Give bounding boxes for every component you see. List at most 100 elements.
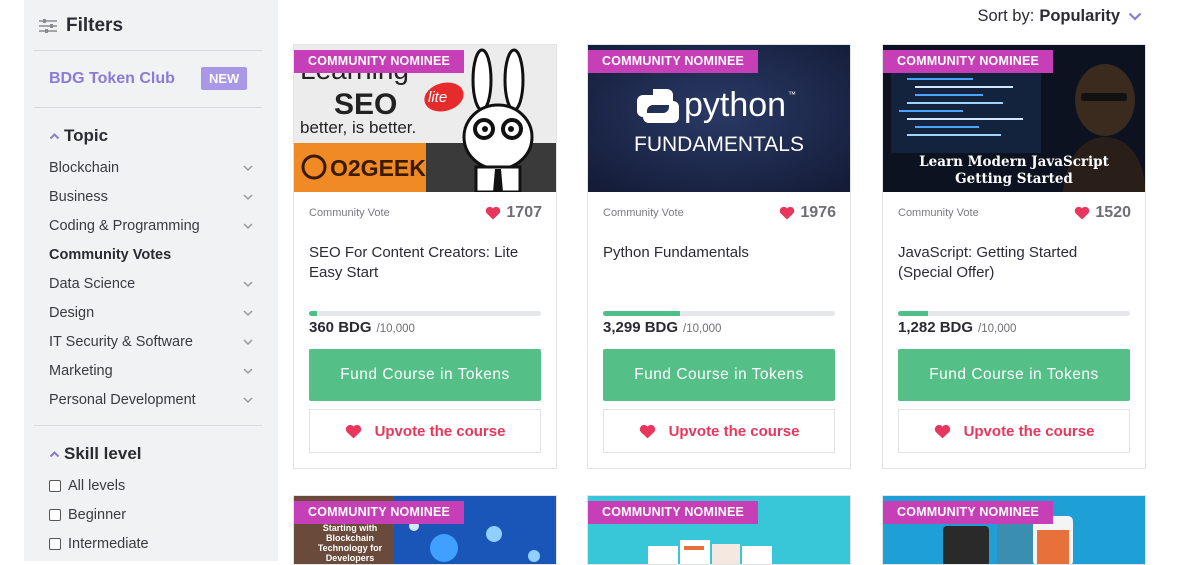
upvote-course-button[interactable]: Upvote the course xyxy=(309,409,541,453)
course-thumbnail[interactable]: Learn Modern JavaScript Getting Started … xyxy=(883,45,1145,192)
chevron-down-icon xyxy=(243,281,253,288)
divider xyxy=(34,425,262,426)
fund-course-button[interactable]: Fund Course in Tokens xyxy=(309,349,541,401)
chevron-down-icon xyxy=(243,397,253,404)
checkbox[interactable] xyxy=(49,538,61,550)
thumb-text: SEO xyxy=(334,88,397,121)
bdg-token-club-link[interactable]: BDG Token Club xyxy=(49,66,175,92)
new-badge: NEW xyxy=(201,67,248,90)
vote-row: Community Vote 1976 xyxy=(603,202,836,224)
fund-course-button[interactable]: Fund Course in Tokens xyxy=(898,349,1130,401)
thumb-text: Learn Modern JavaScript xyxy=(919,154,1109,170)
thumb-text: Technology for xyxy=(318,543,383,553)
thumb-text: ™ xyxy=(788,90,796,99)
vote-number: 1976 xyxy=(800,204,836,221)
topic-label: Blockchain xyxy=(49,160,120,176)
course-thumbnail[interactable]: python ™ FUNDAMENTALS COMMUNITY NOMINEE xyxy=(588,45,850,192)
course-card[interactable]: python ™ FUNDAMENTALS COMMUNITY NOMINEE … xyxy=(587,44,851,469)
heart-icon xyxy=(639,424,655,438)
topic-label: IT Security & Software xyxy=(49,334,193,350)
vote-label: Community Vote xyxy=(309,207,390,219)
upvote-label: Upvote the course xyxy=(374,422,506,440)
topic-section-toggle[interactable]: Topic xyxy=(49,125,108,147)
chevron-down-icon xyxy=(243,368,253,375)
topic-item-blockchain[interactable]: Blockchain xyxy=(49,157,253,179)
course-title[interactable]: JavaScript: Getting Started (Special Off… xyxy=(898,243,1130,283)
community-nominee-badge: COMMUNITY NOMINEE xyxy=(294,501,465,524)
sort-dropdown[interactable]: Sort by: Popularity xyxy=(977,4,1142,28)
topic-label: Marketing xyxy=(49,363,113,379)
course-card[interactable]: COMMUNITY NOMINEE xyxy=(587,495,851,565)
course-card[interactable]: Starting with Blockchain Technology for … xyxy=(293,495,557,565)
checkbox[interactable] xyxy=(49,509,61,521)
topic-label: Personal Development xyxy=(49,392,196,408)
topic-label: Business xyxy=(49,189,108,205)
heart-icon xyxy=(780,206,795,220)
community-nominee-badge: COMMUNITY NOMINEE xyxy=(588,50,759,73)
topic-label: Data Science xyxy=(49,276,136,292)
community-nominee-badge: COMMUNITY NOMINEE xyxy=(883,501,1054,524)
thumb-text: better, is better. xyxy=(300,118,416,137)
thumb-text: FUNDAMENTALS xyxy=(634,133,804,156)
heart-icon xyxy=(1075,206,1090,220)
upvote-label: Upvote the course xyxy=(668,422,800,440)
sort-label: Sort by: xyxy=(977,6,1035,25)
thumb-text: lite xyxy=(428,89,447,106)
skill-section-title: Skill level xyxy=(64,444,142,463)
checkbox[interactable] xyxy=(49,480,61,492)
vote-row: Community Vote 1520 xyxy=(898,202,1131,224)
heart-icon xyxy=(345,424,361,438)
course-title[interactable]: SEO For Content Creators: Lite Easy Star… xyxy=(309,243,541,283)
filters-title: Filters xyxy=(66,15,124,36)
thumb-text: Blockchain xyxy=(326,533,374,543)
amount-value: 3,299 BDG xyxy=(603,319,679,336)
course-card[interactable]: Learn Modern JavaScript Getting Started … xyxy=(882,44,1146,469)
vote-number: 1520 xyxy=(1095,204,1131,221)
community-nominee-badge: COMMUNITY NOMINEE xyxy=(588,501,759,524)
amount-goal: /10,000 xyxy=(376,323,415,335)
fund-course-button[interactable]: Fund Course in Tokens xyxy=(603,349,835,401)
topic-item-it-security[interactable]: IT Security & Software xyxy=(49,331,253,353)
topic-item-coding[interactable]: Coding & Programming xyxy=(49,215,253,237)
course-card[interactable]: Learning SEO better, is better. lite O2G… xyxy=(293,44,557,469)
thumb-text: Getting Started xyxy=(955,171,1073,187)
chevron-down-icon xyxy=(243,223,253,230)
vote-count: 1976 xyxy=(779,204,836,222)
skill-intermediate[interactable]: Intermediate xyxy=(49,533,149,555)
token-club-label: BDG Token Club xyxy=(49,70,175,87)
course-card[interactable]: COMMUNITY NOMINEE xyxy=(882,495,1146,565)
chevron-up-icon xyxy=(49,450,60,457)
filters-header: Filters xyxy=(38,12,123,40)
thumb-text: O2GEEK xyxy=(330,155,426,181)
topic-label: Community Votes xyxy=(49,247,172,263)
heart-icon xyxy=(486,206,501,220)
funding-amount: 3,299 BDG /10,000 xyxy=(603,319,721,341)
course-title[interactable]: Python Fundamentals xyxy=(603,243,835,263)
topic-item-data-science[interactable]: Data Science xyxy=(49,273,253,295)
upvote-label: Upvote the course xyxy=(963,422,1095,440)
topic-item-community-votes[interactable]: Community Votes xyxy=(49,244,253,266)
topic-item-marketing[interactable]: Marketing xyxy=(49,360,253,382)
topic-item-personal-development[interactable]: Personal Development xyxy=(49,389,253,411)
funding-progress-bar xyxy=(898,311,1130,316)
vote-count: 1707 xyxy=(485,204,542,222)
skill-all-levels[interactable]: All levels xyxy=(49,475,125,497)
community-nominee-badge: COMMUNITY NOMINEE xyxy=(294,50,465,73)
skill-label: Beginner xyxy=(68,507,127,523)
upvote-course-button[interactable]: Upvote the course xyxy=(898,409,1130,453)
funding-progress-bar xyxy=(603,311,835,316)
sort-value: Popularity xyxy=(1039,6,1120,25)
skill-section-toggle[interactable]: Skill level xyxy=(49,443,142,465)
chevron-down-icon xyxy=(243,194,253,201)
vote-label: Community Vote xyxy=(603,207,684,219)
chevron-down-icon xyxy=(243,339,253,346)
topic-item-design[interactable]: Design xyxy=(49,302,253,324)
topic-item-business[interactable]: Business xyxy=(49,186,253,208)
upvote-course-button[interactable]: Upvote the course xyxy=(603,409,835,453)
vote-row: Community Vote 1707 xyxy=(309,202,542,224)
divider xyxy=(34,107,262,108)
funding-amount: 1,282 BDG /10,000 xyxy=(898,319,1016,341)
skill-beginner[interactable]: Beginner xyxy=(49,504,126,526)
course-thumbnail[interactable]: Learning SEO better, is better. lite O2G… xyxy=(294,45,556,192)
funding-amount: 360 BDG /10,000 xyxy=(309,319,415,341)
